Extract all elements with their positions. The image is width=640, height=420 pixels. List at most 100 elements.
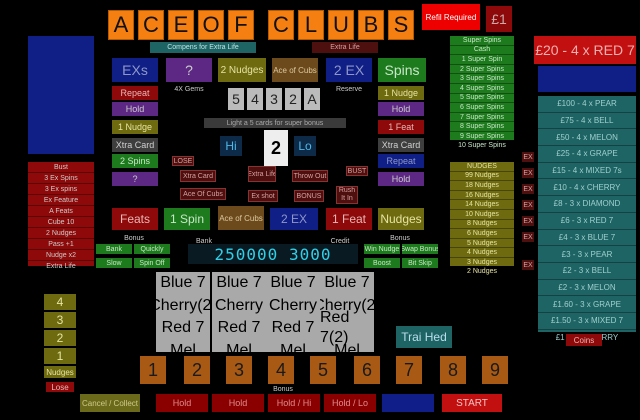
title-letter: C — [138, 10, 164, 40]
left-bonus-panel: Bust 3 Ex Spins 3 Ex spins Ex Feature A … — [28, 162, 94, 272]
number-button[interactable]: 3 — [226, 356, 252, 384]
paytable-row: £75 - 4 x BELL — [538, 113, 636, 130]
refill-required: Refil Required — [422, 4, 480, 30]
ex-label: EX — [522, 232, 534, 242]
reel-3: Blue 7 Cherry Red 7 Mel — [266, 272, 320, 352]
lo-button[interactable]: Lo — [294, 136, 316, 156]
paytable-panel: £100 - 4 x PEAR £75 - 4 x BELL £50 - 4 x… — [538, 96, 636, 347]
hold-button[interactable]: Hold — [212, 394, 264, 412]
trail-nudges: Nudges — [378, 208, 424, 230]
nudges-list-item: 2 Nudges — [450, 268, 514, 278]
bonus-item: Pass +1 — [28, 239, 94, 250]
blank-button[interactable] — [382, 394, 434, 412]
nudge-digit: A — [304, 88, 320, 110]
trail-right-item: Repeat — [378, 154, 424, 168]
trail-spins: Spins — [378, 58, 426, 82]
mini-rush-it: Rush It In — [336, 186, 358, 204]
nudges-list-item: 3 Nudges — [450, 258, 514, 268]
bonus-label-left: Bonus — [124, 234, 144, 242]
lose-button[interactable]: Lose — [46, 382, 74, 392]
reel-symbol: Blue 7 — [324, 274, 370, 292]
hi-button[interactable]: Hi — [220, 136, 242, 156]
number-button[interactable]: 2 — [184, 356, 210, 384]
bonus-item: Ex Feature — [28, 195, 94, 206]
number-button[interactable]: 4 — [268, 356, 294, 384]
reel-symbol: Mel — [280, 341, 306, 352]
trail-two-ex: 2 EX — [326, 58, 372, 82]
left-box: Spin Off — [134, 258, 170, 268]
trail-one-feat: 1 Feat — [326, 208, 372, 230]
title-letter: F — [228, 10, 254, 40]
nudges-list-item: 8 Nudges — [450, 220, 514, 230]
nudge-value: 2 — [44, 330, 76, 346]
title-letter: U — [328, 10, 354, 40]
nudge-digit: 5 — [228, 88, 244, 110]
number-button[interactable]: 7 — [396, 356, 422, 384]
hold-lo-button[interactable]: Hold / Lo — [324, 394, 376, 412]
ex-label: EX — [522, 200, 534, 210]
paytable-row: £1.60 - 3 x GRAPE — [538, 296, 636, 313]
bonus-item: 2 Nudges — [28, 228, 94, 239]
light-cards-text: Light a 5 cards for super bonus — [204, 118, 346, 128]
paytable-row: £15 - 4 x MIXED 7s — [538, 163, 636, 180]
left-box: Slow — [96, 258, 132, 268]
super-spins-panel: Super Spins Cash 1 Super Spin 2 Super Sp… — [450, 36, 514, 152]
bonus-item: Bust — [28, 162, 94, 173]
cancel-collect-button[interactable]: Cancel / Collect — [80, 394, 140, 412]
super-spin-item: 9 Super Spins — [450, 132, 514, 142]
nudge-value: 1 — [44, 348, 76, 364]
mini-xtra-card: Xtra Card — [180, 170, 216, 182]
reel-1: Blue 7 Cherry(2) Red 7 Mel — [156, 272, 210, 352]
trail-exs: EXs — [112, 58, 158, 82]
number-button[interactable]: 1 — [140, 356, 166, 384]
super-spin-item: 7 Super Spins — [450, 113, 514, 123]
mini-bonus: BONUS — [294, 190, 324, 202]
number-button[interactable]: 9 — [482, 356, 508, 384]
number-button[interactable]: 6 — [354, 356, 380, 384]
nudge-digit: 2 — [285, 88, 301, 110]
trail-bottom-two-ex: 2 EX — [270, 208, 318, 230]
nudges-list-item: 99 Nudges — [450, 172, 514, 182]
hold-hi-button[interactable]: Hold / Hi — [268, 394, 320, 412]
trail-left-item: Xtra Card — [112, 138, 158, 152]
trail-right-item: 1 Nudge — [378, 86, 424, 100]
nudges-list-item: 4 Nudges — [450, 248, 514, 258]
nudge-digit: 3 — [266, 88, 282, 110]
super-spin-item: 6 Super Spins — [450, 103, 514, 113]
reel-symbol: Blue 7 — [160, 274, 206, 292]
bonus-item: 3 Ex spins — [28, 184, 94, 195]
super-spin-item: 4 Super Spins — [450, 84, 514, 94]
reel-symbol: Red 7 — [271, 319, 315, 337]
nudge-digit: 4 — [247, 88, 263, 110]
super-spin-item: 10 Super Spins — [450, 142, 514, 152]
super-spin-item: 3 Super Spins — [450, 74, 514, 84]
start-button[interactable]: START — [442, 394, 502, 412]
bonus-item: Nudge x2 — [28, 250, 94, 261]
mini-bust: BUST — [346, 166, 368, 176]
super-spin-item: 5 Super Spins — [450, 94, 514, 104]
nudges-list-item: 10 Nudges — [450, 210, 514, 220]
number-button[interactable]: 8 — [440, 356, 466, 384]
hold-button[interactable]: Hold — [156, 394, 208, 412]
paytable-second-prize — [538, 66, 636, 92]
ex-label: EX — [522, 168, 534, 178]
reel-symbol: Red 7(2) — [320, 309, 350, 347]
compens-extra-life: Compens for Extra Life — [150, 42, 256, 53]
super-spin-item: Super Spins — [450, 36, 514, 46]
number-button[interactable]: 5 — [310, 356, 336, 384]
paytable-row: £2 - 3 x MELON — [538, 280, 636, 297]
nudge-value: 3 — [44, 312, 76, 328]
trail-left-item: 1 Nudge — [112, 120, 158, 134]
bonus-small-label: Bonus — [273, 385, 293, 393]
reel-symbol: Blue 7 — [270, 274, 316, 292]
trail-hold-button[interactable]: Trai Hed — [396, 326, 452, 348]
trail-right-item: Xtra Card — [378, 138, 424, 152]
nudges-list-item: 16 Nudges — [450, 191, 514, 201]
trail-ace-of-cubs: Ace of Cubs — [272, 58, 318, 82]
right-box: Swap Bonus — [402, 244, 438, 254]
mini-extra-life: Extra Life — [248, 166, 276, 182]
reel-symbol: Cherry(2) — [156, 296, 210, 314]
reserve-label: Reserve — [335, 85, 363, 93]
left-box: Quickly — [134, 244, 170, 254]
paytable-row: £8 - 3 x DIAMOND — [538, 196, 636, 213]
